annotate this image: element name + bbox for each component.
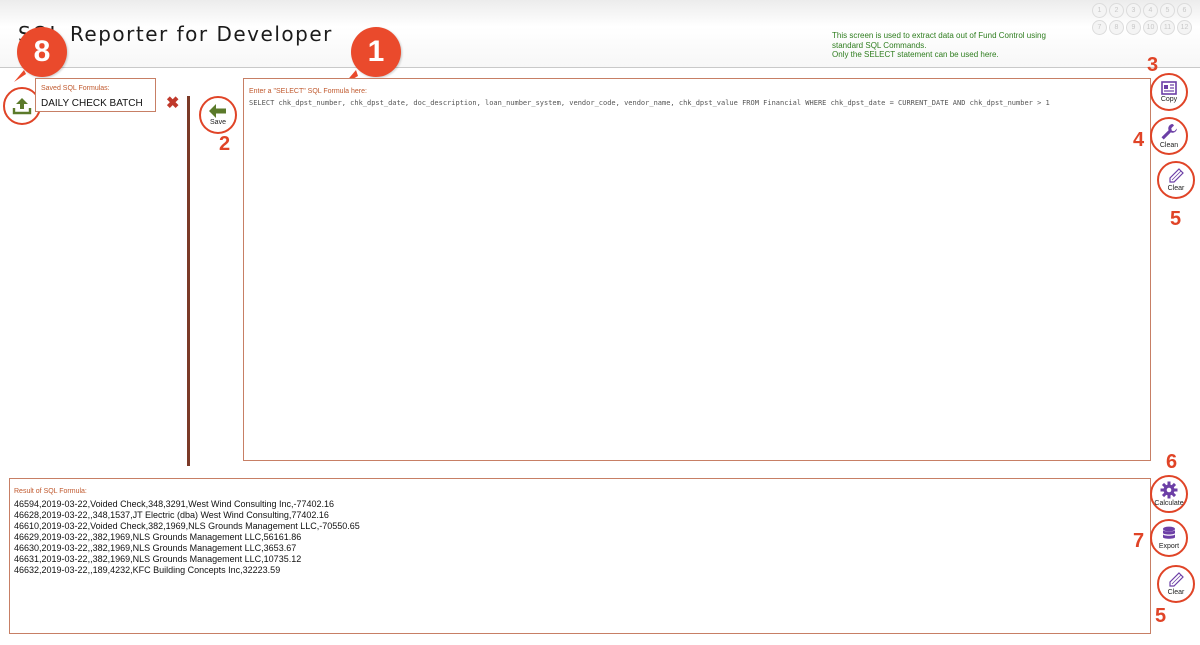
upload-icon [12, 98, 32, 115]
clear-sql-button[interactable]: Clear [1157, 161, 1195, 199]
callout-number-3: 3 [1147, 54, 1159, 76]
header-bar: SQL Reporter for Developer This screen i… [0, 0, 1200, 68]
step-dot[interactable]: 8 [1109, 20, 1124, 35]
eraser-icon [1169, 168, 1184, 183]
export-label: Export [1158, 543, 1180, 550]
step-dot[interactable]: 2 [1109, 3, 1124, 18]
vertical-divider [187, 96, 190, 466]
step-dot[interactable]: 1 [1092, 3, 1107, 18]
step-dot[interactable]: 9 [1126, 20, 1141, 35]
callout-number-5-upper: 5 [1170, 208, 1182, 230]
callout-number-5-lower: 5 [1155, 605, 1167, 627]
screen-info-line-1: This screen is used to extract data out … [832, 31, 1046, 50]
clear-result-button[interactable]: Clear [1157, 565, 1195, 603]
calculate-button[interactable]: Calculate [1150, 475, 1188, 513]
calculate-label: Calculate [1154, 500, 1184, 507]
save-label: Save [210, 119, 226, 126]
result-row: 46629,2019-03-22,,382,1969,NLS Grounds M… [14, 532, 302, 542]
clear-result-label: Clear [1167, 589, 1185, 596]
copy-button[interactable]: Copy [1150, 73, 1188, 111]
result-row: 46632,2019-03-22,,189,4232,KFC Building … [14, 565, 281, 575]
save-button[interactable]: Save [199, 96, 237, 134]
step-dot[interactable]: 12 [1177, 20, 1192, 35]
eraser-icon [1169, 572, 1184, 587]
step-dot[interactable]: 10 [1143, 20, 1158, 35]
sql-formula-input[interactable]: SELECT chk_dpst_number, chk_dpst_date, d… [249, 98, 1144, 109]
clean-button[interactable]: Clean [1150, 117, 1188, 155]
result-row: 46628,2019-03-22,,348,1537,JT Electric (… [14, 510, 329, 520]
wrench-icon [1161, 124, 1177, 140]
step-dot[interactable]: 7 [1092, 20, 1107, 35]
close-icon: ✖ [166, 95, 180, 112]
step-dot[interactable]: 4 [1143, 3, 1158, 18]
callout-number-2: 2 [219, 133, 231, 155]
step-dot[interactable]: 5 [1160, 3, 1175, 18]
screen-info-line-2: Only the SELECT statement can be used he… [832, 50, 999, 59]
callout-number-7: 7 [1133, 530, 1145, 552]
callout-bubble-1: 1 [351, 27, 401, 77]
step-dot[interactable]: 3 [1126, 3, 1141, 18]
gear-icon [1160, 481, 1178, 499]
saved-formulas-label: Saved SQL Formulas: [41, 85, 110, 92]
step-indicator: 1 2 3 4 5 6 7 8 9 10 11 12 [1092, 3, 1196, 35]
callout-number-4: 4 [1133, 129, 1145, 151]
delete-formula-button[interactable]: ✖ [166, 93, 179, 113]
clean-label: Clean [1159, 142, 1179, 149]
result-output: 46594,2019-03-22,Voided Check,348,3291,W… [14, 499, 360, 576]
result-panel: Result of SQL Formula: 46594,2019-03-22,… [9, 478, 1151, 634]
result-row: 46631,2019-03-22,,382,1969,NLS Grounds M… [14, 554, 302, 564]
clear-sql-label: Clear [1167, 185, 1185, 192]
arrow-left-icon [209, 104, 226, 118]
result-row: 46610,2019-03-22,Voided Check,382,1969,N… [14, 521, 360, 531]
saved-formula-select[interactable]: DAILY CHECK BATCH [41, 98, 143, 109]
result-label: Result of SQL Formula: [14, 488, 87, 495]
screen-info: This screen is used to extract data out … [832, 31, 1062, 60]
copy-label: Copy [1160, 96, 1178, 103]
result-row: 46630,2019-03-22,,382,1969,NLS Grounds M… [14, 543, 297, 553]
export-button[interactable]: Export [1150, 519, 1188, 557]
result-row: 46594,2019-03-22,Voided Check,348,3291,W… [14, 499, 335, 509]
saved-formulas-panel[interactable]: Saved SQL Formulas: DAILY CHECK BATCH [35, 78, 156, 112]
callout-tail-8 [14, 70, 26, 82]
sql-formula-panel: Enter a "SELECT" SQL Formula here: SELEC… [243, 78, 1151, 461]
step-dot[interactable]: 6 [1177, 3, 1192, 18]
database-icon [1163, 526, 1175, 539]
copy-icon [1161, 81, 1177, 95]
callout-number-6: 6 [1166, 451, 1178, 473]
sql-formula-label: Enter a "SELECT" SQL Formula here: [249, 88, 367, 95]
step-dot[interactable]: 11 [1160, 20, 1175, 35]
